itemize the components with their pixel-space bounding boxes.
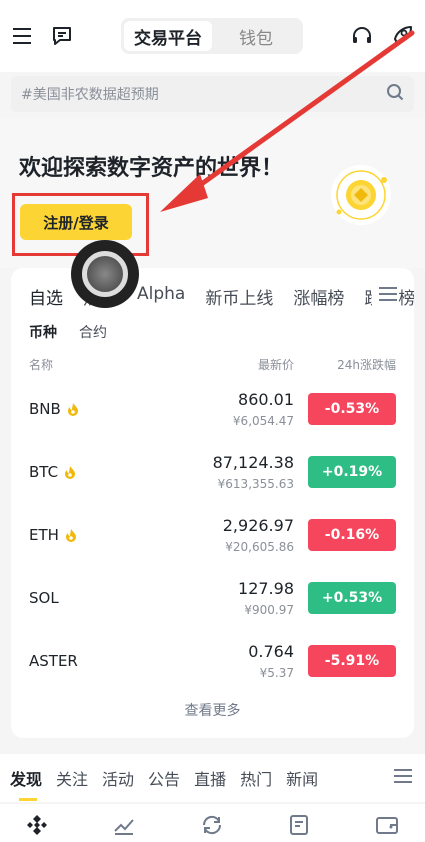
coin-symbol: BTC [29,463,59,481]
market-row[interactable]: ASTER 0.764 ¥5.37 -5.91% [11,632,414,695]
last-price: 127.98 [238,579,294,598]
change-badge: -0.53% [308,393,396,425]
last-price: 87,124.38 [212,453,294,472]
row-symbol: SOL [29,589,59,607]
market-subtabs: 币种 合约 [29,322,107,342]
last-price: 860.01 [238,390,294,409]
change-badge: -5.91% [308,645,396,677]
market-row[interactable]: BNB 860.01 ¥6,054.47 -0.53% [11,380,414,443]
last-price: 0.764 [248,642,294,661]
flame-icon [67,403,78,416]
market-panel: 自选 热门 Alpha 新币上线 涨幅榜 跌幅榜 币种 合约 名称 最新价 24… [11,268,414,738]
coin-symbol: ASTER [29,652,78,670]
feed-tab-news[interactable]: 新闻 [286,766,318,790]
feed-tab-announcements[interactable]: 公告 [148,766,180,790]
fiat-price: ¥900.97 [244,603,294,617]
last-price: 2,926.97 [222,516,294,535]
wallet-icon[interactable] [375,814,399,840]
feed-active-indicator [19,798,37,801]
bottom-nav [0,804,425,842]
fiat-price: ¥6,054.47 [232,414,294,428]
coin-symbol: BNB [29,400,61,418]
markets-icon[interactable] [113,814,135,840]
feed-tab-following[interactable]: 关注 [56,766,88,790]
column-change: 24h涨跌幅 [337,358,396,372]
change-badge: -0.16% [308,519,396,551]
flame-icon [65,529,76,542]
row-symbol: BTC [29,463,76,481]
futures-icon[interactable] [288,814,310,840]
column-price: 最新价 [257,358,294,372]
subtab-spot[interactable]: 币种 [29,322,57,342]
row-symbol: ETH [29,526,77,544]
coin-symbol: SOL [29,589,59,607]
view-more-link[interactable]: 查看更多 [11,700,414,720]
feed-tab-live[interactable]: 直播 [194,766,226,790]
home-icon[interactable] [26,814,48,840]
feed-tabs: 发现 关注 活动 公告 直播 热门 新闻 [0,754,425,802]
row-symbol: BNB [29,400,79,418]
change-badge: +0.19% [308,456,396,488]
fiat-price: ¥20,605.86 [225,540,294,554]
feed-tab-events[interactable]: 活动 [102,766,134,790]
coin-symbol: ETH [29,526,59,544]
annotation-arrow [160,30,415,212]
subtab-futures[interactable]: 合约 [79,322,107,342]
market-row[interactable]: ETH 2,926.97 ¥20,605.86 -0.16% [11,506,414,569]
feed-tab-trending[interactable]: 热门 [240,766,272,790]
change-badge: +0.53% [308,582,396,614]
market-row[interactable]: BTC 87,124.38 ¥613,355.63 +0.19% [11,443,414,506]
trade-icon[interactable] [200,814,224,840]
fiat-price: ¥613,355.63 [217,477,294,491]
feed-tab-discover[interactable]: 发现 [10,766,42,790]
market-row[interactable]: SOL 127.98 ¥900.97 +0.53% [11,569,414,632]
row-symbol: ASTER [29,652,78,670]
flame-icon [65,466,76,479]
column-name: 名称 [29,358,54,372]
fiat-price: ¥5.37 [259,666,294,680]
feed-menu-icon[interactable] [393,768,413,788]
